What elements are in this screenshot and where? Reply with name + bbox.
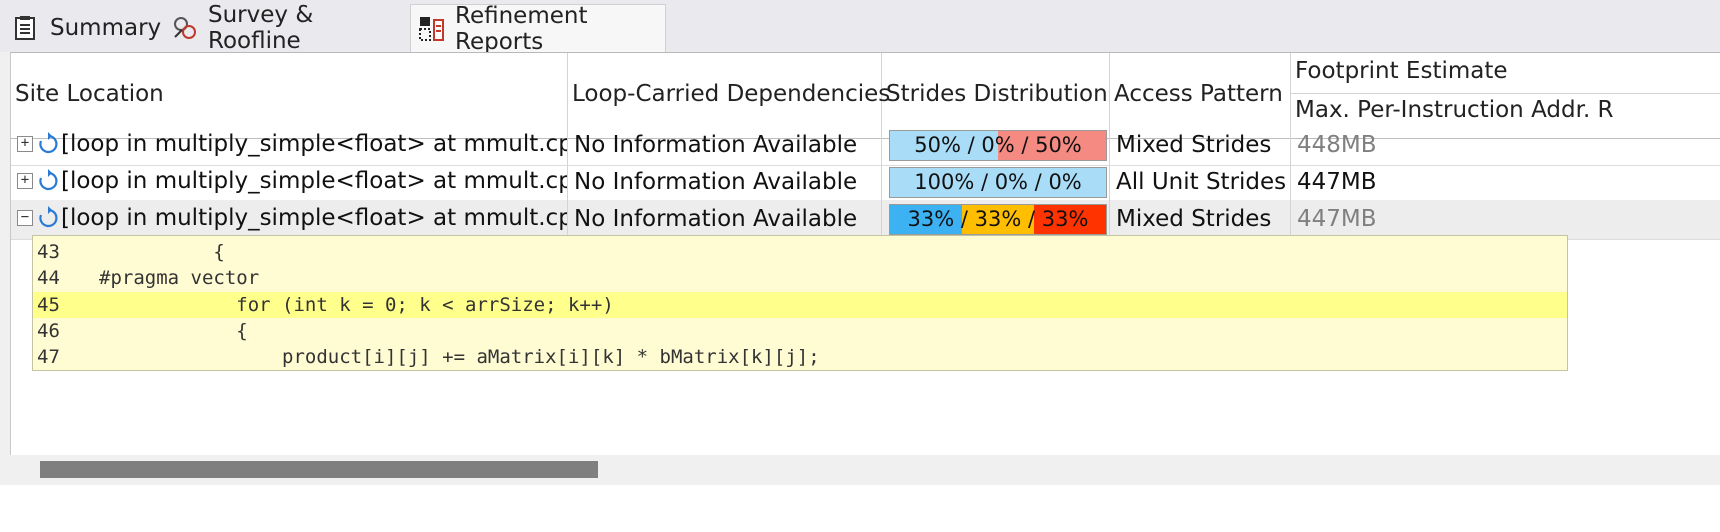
loop-icon — [37, 131, 59, 157]
summary-icon — [14, 15, 36, 41]
code-line: 44 #pragma vector — [33, 265, 1567, 291]
code-line: 47 product[i][j] += aMatrix[i][k] * bMat… — [33, 344, 1567, 370]
strides-distribution-bar: 50% / 0% / 50% — [889, 130, 1107, 161]
code-line-highlighted: 45 for (int k = 0; k < arrSize; k++) — [33, 292, 1567, 318]
strides-cell: 33% / 33% / 33% — [882, 200, 1110, 239]
tab-refinement-reports[interactable]: Refinement Reports — [410, 2, 666, 55]
expand-icon[interactable]: + — [17, 136, 33, 152]
code-text: { — [99, 320, 248, 342]
tab-label: Refinement Reports — [455, 2, 588, 55]
code-text: product[i][j] += aMatrix[i][k] * bMatrix… — [99, 346, 820, 368]
footprint-subheader: Max. Per-Instruction Addr. R — [1295, 97, 1614, 123]
expand-icon[interactable]: + — [17, 173, 33, 189]
tab-survey-roofline[interactable]: Survey & Roofline — [172, 2, 402, 54]
source-code-preview: 43 { 44 #pragma vector 45 for (int k = 0;… — [32, 235, 1568, 371]
collapse-icon[interactable]: − — [17, 210, 33, 226]
strides-distribution-bar: 33% / 33% / 33% — [889, 204, 1107, 235]
refinement-reports-icon — [419, 16, 444, 42]
footprint-cell: 447MB — [1297, 169, 1377, 195]
access-pattern-cell: Mixed Strides — [1110, 126, 1291, 165]
table-row[interactable]: + [loop in multiply_simple<float> at mmu… — [11, 126, 1720, 166]
site-location-cell: − [loop in multiply_simple<float> at mmu… — [11, 200, 568, 239]
code-text: for (int k = 0; k < arrSize; k++) — [99, 294, 614, 316]
line-number: 47 — [37, 346, 60, 368]
tab-label: Survey & Roofline — [208, 2, 314, 54]
strides-label: 50% / 0% / 50% — [914, 133, 1082, 157]
line-number: 43 — [37, 241, 60, 263]
code-text: #pragma vector — [99, 267, 260, 289]
strides-cell: 100% / 0% / 0% — [882, 163, 1110, 202]
strides-label: 100% / 0% / 0% — [914, 170, 1082, 194]
loop-icon — [37, 168, 59, 194]
strides-cell: 50% / 0% / 50% — [882, 126, 1110, 165]
loop-icon — [37, 205, 59, 231]
strides-distribution-bar: 100% / 0% / 0% — [889, 167, 1107, 198]
access-pattern-cell: All Unit Strides — [1110, 163, 1291, 202]
scrollbar-thumb[interactable] — [40, 461, 598, 478]
line-number: 44 — [37, 267, 60, 289]
loop-carried-cell: No Information Available — [568, 126, 882, 165]
tab-strip: Summary Survey & Roofline Refinement Rep… — [0, 0, 1720, 55]
line-number: 45 — [37, 294, 60, 316]
horizontal-scrollbar[interactable] — [10, 455, 1720, 485]
site-location-cell: + [loop in multiply_simple<float> at mmu… — [11, 126, 568, 165]
survey-roofline-icon — [172, 15, 196, 41]
loop-carried-cell: No Information Available — [568, 200, 882, 239]
code-text: { — [99, 241, 225, 263]
code-line: 46 { — [33, 318, 1567, 344]
tab-summary[interactable]: Summary — [14, 4, 164, 52]
footprint-cell: 447MB — [1297, 206, 1377, 232]
loop-carried-cell: No Information Available — [568, 163, 882, 202]
bottom-area — [0, 485, 1720, 532]
tab-label: Summary — [50, 15, 162, 41]
strides-label: 33% / 33% / 33% — [907, 207, 1089, 231]
footprint-group-header: Footprint Estimate — [1291, 53, 1720, 94]
footprint-cell: 448MB — [1297, 132, 1377, 158]
site-location-cell: + [loop in multiply_simple<float> at mmu… — [11, 163, 568, 202]
access-pattern-cell: Mixed Strides — [1110, 200, 1291, 239]
code-line: 43 { — [33, 239, 1567, 265]
line-number: 46 — [37, 320, 60, 342]
table-row[interactable]: + [loop in multiply_simple<float> at mmu… — [11, 163, 1720, 203]
table-row-selected[interactable]: − [loop in multiply_simple<float> at mmu… — [11, 200, 1720, 240]
